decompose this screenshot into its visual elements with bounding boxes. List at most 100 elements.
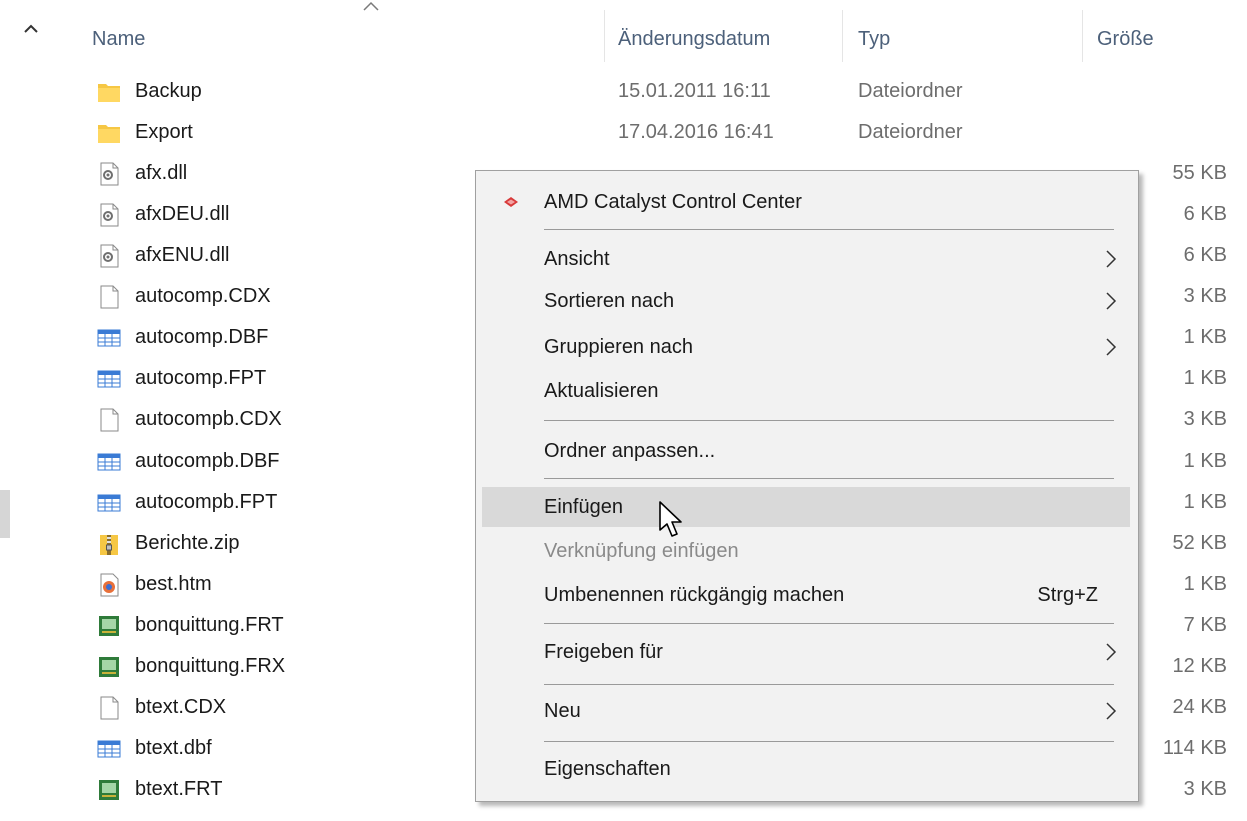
- file-size: 12 KB: [1172, 655, 1227, 677]
- file-size: 3 KB: [1183, 778, 1227, 800]
- menu-item-label: Gruppieren nach: [544, 336, 693, 358]
- table-file-icon: [96, 366, 122, 392]
- context-menu: AMD Catalyst Control Center Ansicht Sort…: [475, 170, 1139, 802]
- menu-item-label: Ansicht: [544, 248, 610, 270]
- file-type: Dateiordner: [858, 121, 963, 143]
- menu-item-aktualisieren[interactable]: Aktualisieren: [482, 371, 1130, 411]
- file-size: 6 KB: [1183, 203, 1227, 225]
- file-name: autocomp.FPT: [135, 367, 267, 389]
- menu-separator: [544, 229, 1114, 230]
- dll-icon: [96, 243, 122, 269]
- chevron-up-icon: [24, 24, 38, 33]
- menu-item-sortieren-nach[interactable]: Sortieren nach: [482, 281, 1130, 321]
- menu-item-freigeben-fuer[interactable]: Freigeben für: [482, 632, 1130, 672]
- menu-separator: [544, 623, 1114, 624]
- menu-item-gruppieren-nach[interactable]: Gruppieren nach: [482, 327, 1130, 367]
- dll-icon: [96, 161, 122, 187]
- file-name: btext.FRT: [135, 778, 223, 800]
- file-name: autocomp.DBF: [135, 326, 269, 348]
- file-size: 1 KB: [1183, 326, 1227, 348]
- chevron-right-icon: [1106, 250, 1117, 268]
- column-divider[interactable]: [842, 10, 843, 62]
- file-size: 1 KB: [1183, 450, 1227, 472]
- column-header-size[interactable]: Größe: [1097, 22, 1154, 56]
- table-file-icon: [96, 325, 122, 351]
- menu-item-umbenennen-rueckgaengig[interactable]: Umbenennen rückgängig machen Strg+Z: [482, 575, 1130, 615]
- folder-icon: [96, 120, 122, 146]
- menu-item-eigenschaften[interactable]: Eigenschaften: [482, 749, 1130, 789]
- file-size: 55 KB: [1172, 162, 1227, 184]
- menu-separator: [544, 741, 1114, 742]
- file-size: 3 KB: [1183, 408, 1227, 430]
- menu-item-label: Freigeben für: [544, 641, 663, 663]
- table-file-icon: [96, 736, 122, 762]
- report-file-icon: [96, 654, 122, 680]
- file-name: bonquittung.FRX: [135, 655, 286, 677]
- shortcut-label: Strg+Z: [1037, 584, 1098, 606]
- file-size: 1 KB: [1183, 573, 1227, 595]
- menu-item-label: Einfügen: [544, 496, 623, 518]
- dll-icon: [96, 202, 122, 228]
- column-header-type[interactable]: Typ: [858, 22, 890, 56]
- menu-item-label: Aktualisieren: [544, 380, 659, 402]
- file-name: afxENU.dll: [135, 244, 230, 266]
- blank-file-icon: [96, 284, 122, 310]
- file-size: 1 KB: [1183, 367, 1227, 389]
- amd-catalyst-icon: [504, 197, 518, 207]
- chevron-right-icon: [1106, 338, 1117, 356]
- file-size: 7 KB: [1183, 614, 1227, 636]
- menu-separator: [544, 684, 1114, 685]
- window-top-area: [0, 0, 1247, 12]
- sort-ascending-icon: [363, 1, 379, 11]
- file-size: 114 KB: [1162, 737, 1227, 759]
- column-divider[interactable]: [604, 10, 605, 62]
- column-header-name[interactable]: Name: [92, 22, 145, 56]
- menu-item-label: AMD Catalyst Control Center: [544, 191, 802, 213]
- menu-item-label: Ordner anpassen...: [544, 440, 716, 462]
- file-size: 3 KB: [1183, 285, 1227, 307]
- collapse-ribbon-button[interactable]: [20, 18, 42, 40]
- file-name: autocomp.CDX: [135, 285, 271, 307]
- report-file-icon: [96, 613, 122, 639]
- menu-item-label: Sortieren nach: [544, 290, 675, 312]
- file-row[interactable]: Export 17.04.2016 16:41 Dateiordner: [0, 114, 1247, 151]
- file-row[interactable]: Backup 15.01.2011 16:11 Dateiordner: [0, 73, 1247, 110]
- menu-separator: [544, 420, 1114, 421]
- file-date: 17.04.2016 16:41: [618, 121, 774, 143]
- chevron-right-icon: [1106, 292, 1117, 310]
- file-name: Backup: [135, 80, 202, 102]
- file-size: 6 KB: [1183, 244, 1227, 266]
- file-size: 24 KB: [1172, 696, 1227, 718]
- file-name: btext.dbf: [135, 737, 212, 759]
- file-name: btext.CDX: [135, 696, 227, 718]
- zip-folder-icon: [96, 531, 122, 557]
- file-name: Berichte.zip: [135, 532, 240, 554]
- menu-item-amd-catalyst[interactable]: AMD Catalyst Control Center: [482, 182, 1130, 222]
- table-file-icon: [96, 490, 122, 516]
- menu-item-label: Verknüpfung einfügen: [544, 540, 739, 562]
- menu-item-verknuepfung-einfuegen[interactable]: Verknüpfung einfügen: [482, 531, 1130, 571]
- menu-item-label: Eigenschaften: [544, 758, 671, 780]
- file-name: autocompb.CDX: [135, 408, 282, 430]
- folder-icon: [96, 79, 122, 105]
- file-size: 1 KB: [1183, 491, 1227, 513]
- column-divider[interactable]: [1082, 10, 1083, 62]
- html-file-icon: [96, 572, 122, 598]
- table-file-icon: [96, 449, 122, 475]
- file-date: 15.01.2011 16:11: [618, 80, 771, 102]
- menu-item-ordner-anpassen[interactable]: Ordner anpassen...: [482, 431, 1130, 471]
- file-name: afx.dll: [135, 162, 188, 184]
- chevron-right-icon: [1106, 643, 1117, 661]
- menu-item-neu[interactable]: Neu: [482, 691, 1130, 731]
- menu-item-ansicht[interactable]: Ansicht: [482, 239, 1130, 279]
- menu-item-label: Umbenennen rückgängig machen: [544, 584, 845, 606]
- menu-item-einfuegen[interactable]: Einfügen: [482, 487, 1130, 527]
- file-name: autocompb.FPT: [135, 491, 278, 513]
- file-name: best.htm: [135, 573, 212, 595]
- file-name: Export: [135, 121, 193, 143]
- column-header-date[interactable]: Änderungsdatum: [618, 22, 770, 56]
- file-size: 52 KB: [1172, 532, 1227, 554]
- file-type: Dateiordner: [858, 80, 963, 102]
- file-name: bonquittung.FRT: [135, 614, 284, 636]
- blank-file-icon: [96, 695, 122, 721]
